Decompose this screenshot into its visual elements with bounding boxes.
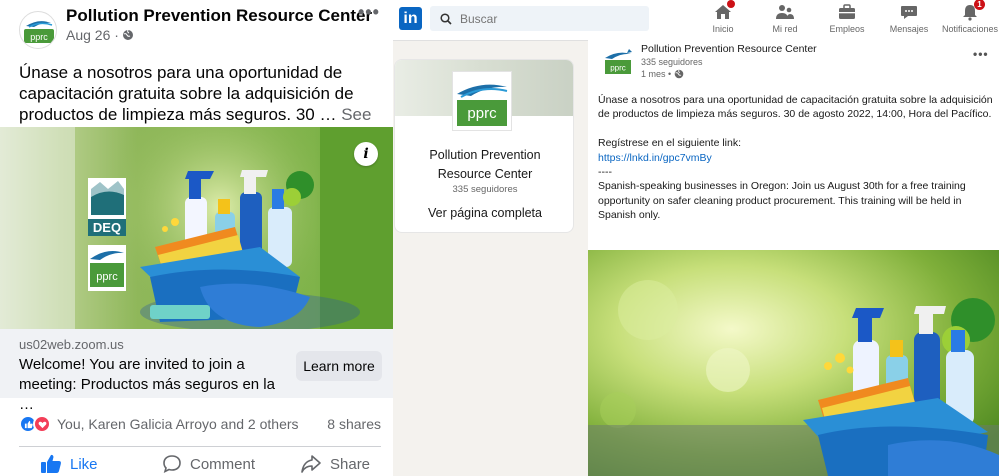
page-name[interactable]: Pollution Prevention Resource Center — [66, 6, 372, 26]
company-card: pprc Pollution Prevention Resource Cente… — [394, 59, 574, 233]
post-date[interactable]: Aug 26 · — [66, 27, 119, 43]
reactions-text: You, Karen Galicia Arroyo and 2 others — [57, 416, 299, 432]
search-icon — [440, 12, 452, 25]
company-logo[interactable]: pprc — [452, 71, 512, 131]
post-paragraph-spanish: Únase a nosotros para una oportunidad de… — [598, 94, 993, 121]
bell-icon: 1 — [960, 0, 985, 22]
post-text-body: Únase a nosotros para una oportunidad de… — [19, 63, 354, 124]
post-register-text: Regístrese en el siguiente link: — [598, 137, 741, 150]
more-options-button[interactable]: ••• — [358, 2, 380, 23]
post-logo-text: pprc — [610, 64, 626, 73]
network-icon — [775, 2, 795, 22]
reactions-summary[interactable]: You, Karen Galicia Arroyo and 2 others — [19, 415, 299, 433]
deq-text: DEQ — [93, 220, 121, 235]
registration-link[interactable]: https://lnkd.in/gpc7vmBy — [598, 152, 712, 164]
link-domain: us02web.zoom.us — [19, 337, 124, 352]
share-label: Share — [330, 455, 371, 473]
page-avatar[interactable]: pprc — [19, 11, 57, 49]
learn-more-button[interactable]: Learn more — [296, 351, 382, 381]
post-more-options[interactable]: ••• — [973, 47, 989, 61]
post-image[interactable]: DEQ pprc — [0, 127, 393, 329]
post-separator: ---- — [598, 166, 612, 179]
deq-logo: DEQ — [88, 178, 126, 236]
search-input[interactable] — [460, 11, 630, 26]
globe-icon — [674, 69, 684, 79]
nav-notifications-label: Notificaciones — [941, 24, 999, 34]
pprc-logo: pprc — [88, 245, 126, 291]
post-time: 1 mes • — [641, 69, 684, 79]
nav-messaging-label: Mensajes — [889, 24, 929, 34]
linkedin-post: pprc Pollution Prevention Resource Cente… — [588, 40, 999, 476]
actions-divider — [19, 446, 381, 447]
like-button[interactable]: Like — [40, 454, 98, 474]
home-notification-dot — [727, 0, 735, 8]
linkedin-top-bar: in Inicio Mi red Empleos — [393, 0, 999, 41]
company-name-line2: Resource Center — [437, 167, 533, 181]
post-image[interactable] — [588, 250, 999, 476]
nav-messaging[interactable]: Mensajes — [879, 2, 939, 34]
messaging-icon — [899, 2, 919, 22]
post-paragraph-english: Spanish-speaking businesses in Oregon: J… — [598, 180, 966, 222]
pprc-logo-text: pprc — [96, 271, 118, 283]
nav-home[interactable]: Inicio — [693, 0, 753, 34]
thumbs-up-icon — [41, 454, 61, 473]
post-author-logo[interactable]: pprc — [603, 46, 633, 76]
nav-network[interactable]: Mi red — [755, 2, 815, 34]
view-full-page-link[interactable]: Ver página completa — [395, 206, 573, 220]
post-meta: Aug 26 · — [66, 27, 134, 43]
nav-network-label: Mi red — [772, 24, 798, 34]
briefcase-icon — [837, 2, 857, 22]
love-reaction-icon — [33, 415, 51, 433]
comment-icon — [163, 455, 181, 474]
linkedin-window: in Inicio Mi red Empleos — [393, 0, 999, 476]
comment-button[interactable]: Comment — [162, 454, 255, 474]
nav-jobs-label: Empleos — [829, 24, 865, 34]
ad-info-icon[interactable]: i — [354, 142, 378, 166]
nav-home-label: Inicio — [712, 24, 734, 34]
avatar-logo-text: pprc — [30, 32, 48, 42]
post-author-followers: 335 seguidores — [641, 57, 703, 67]
post-body: Únase a nosotros para una oportunidad de… — [598, 93, 993, 223]
company-name[interactable]: Pollution Prevention Resource Center — [395, 146, 573, 184]
linkedin-logo[interactable]: in — [399, 7, 422, 30]
notification-badge: 1 — [974, 0, 985, 10]
nav-notifications[interactable]: 1 Notificaciones — [939, 0, 999, 34]
home-icon — [713, 0, 735, 22]
post-author-name[interactable]: Pollution Prevention Resource Center — [641, 43, 817, 55]
post-time-text: 1 mes • — [641, 69, 672, 79]
like-label: Like — [70, 455, 98, 473]
comment-label: Comment — [190, 455, 256, 473]
link-title[interactable]: Welcome! You are invited to join a meeti… — [19, 355, 289, 415]
nav-jobs[interactable]: Empleos — [817, 2, 877, 34]
shares-count[interactable]: 8 shares — [327, 416, 381, 432]
search-box[interactable] — [430, 6, 649, 31]
share-button[interactable]: Share — [300, 454, 370, 474]
company-followers: 335 seguidores — [452, 184, 518, 195]
facebook-post: pprc Pollution Prevention Resource Cente… — [0, 0, 393, 476]
company-name-line1: Pollution Prevention — [429, 148, 541, 162]
company-logo-text: pprc — [467, 105, 497, 122]
share-icon — [301, 455, 321, 473]
globe-icon — [122, 29, 133, 40]
